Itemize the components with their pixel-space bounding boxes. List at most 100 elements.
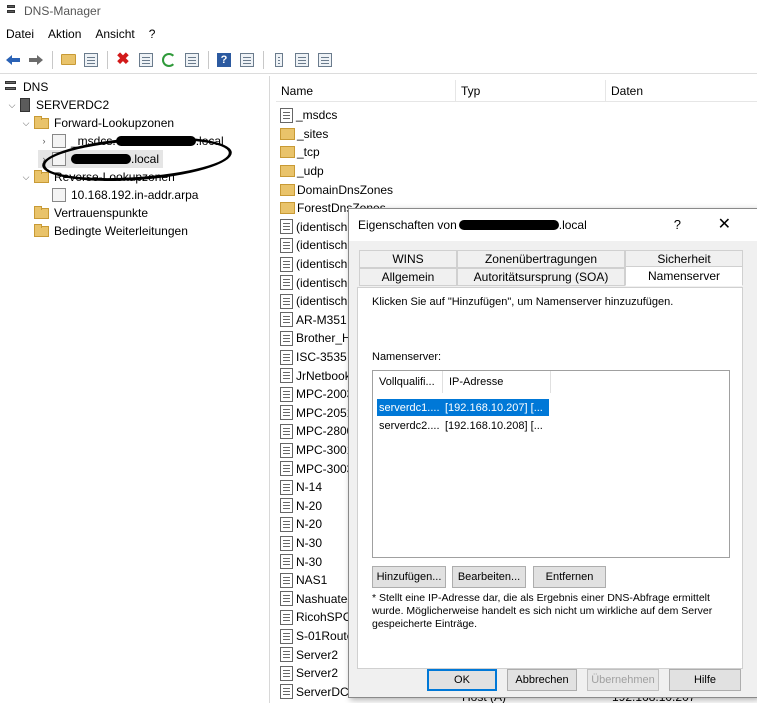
menu-help[interactable]: ? — [143, 27, 164, 41]
apply-button[interactable]: Übernehmen — [587, 669, 659, 691]
list-item[interactable]: S-01Route — [280, 627, 353, 646]
list-item[interactable]: _udp — [280, 162, 324, 181]
record-icon — [280, 647, 293, 663]
column-name[interactable]: Name — [276, 79, 456, 102]
dns-manager-icon — [4, 4, 18, 18]
list-item[interactable]: NAS1 — [280, 571, 327, 590]
list-item[interactable]: DomainDnsZones — [280, 180, 393, 199]
record-icon — [280, 405, 293, 421]
list-item[interactable]: MPC-2003 — [280, 385, 353, 404]
chevron-down-icon[interactable]: ⌵ — [6, 100, 18, 111]
chevron-right-icon[interactable]: › — [38, 136, 50, 146]
list-item[interactable]: _sites — [280, 125, 328, 144]
dialog-title-prefix: Eigenschaften von — [358, 218, 457, 232]
list-item[interactable]: _tcp — [280, 143, 320, 162]
chevron-down-icon[interactable]: ⌵ — [20, 118, 32, 129]
refresh-button[interactable] — [158, 49, 180, 71]
back-button[interactable] — [2, 49, 24, 71]
tree-item-reverse-zone[interactable]: 10.168.192.in-addr.arpa — [52, 186, 198, 204]
forward-button[interactable] — [25, 49, 47, 71]
list-item[interactable]: (identisch — [280, 273, 347, 292]
properties-button[interactable] — [135, 49, 157, 71]
list-item[interactable]: MPC-2800 — [280, 422, 353, 441]
tree-item-msdcs-zone[interactable]: › _msdcs. .local — [38, 132, 224, 150]
close-icon[interactable]: ✕ — [718, 214, 731, 234]
tree-item-reverse-zones[interactable]: ⌵ Reverse-Lookupzonen — [20, 168, 175, 186]
chevron-down-icon[interactable]: ⌵ — [20, 172, 32, 183]
tab-soa[interactable]: Autoritätsursprung (SOA) — [457, 268, 625, 286]
list-item[interactable]: ISC-3535 — [280, 348, 347, 367]
delete-button[interactable]: ✖ — [112, 49, 134, 71]
menu-action[interactable]: Aktion — [42, 27, 89, 41]
hint-text: Klicken Sie auf "Hinzufügen", um Namense… — [372, 296, 674, 308]
list-item[interactable]: Brother_H — [280, 329, 351, 348]
column-ip[interactable]: IP-Adresse — [443, 371, 551, 393]
tree-item-dns[interactable]: DNS — [4, 78, 48, 96]
tree-item-forward-zones[interactable]: ⌵ Forward-Lookupzonen — [20, 114, 174, 132]
list-item[interactable]: Server2 — [280, 645, 338, 664]
tree-item-domain-zone[interactable]: › .local — [38, 150, 164, 168]
record-icon — [280, 256, 293, 272]
folder-icon — [34, 115, 49, 129]
dialog-help-button[interactable]: Hilfe — [669, 669, 741, 691]
tab-zone-transfers[interactable]: Zonenübertragungen — [457, 250, 625, 268]
list-item[interactable]: N-30 — [280, 534, 322, 553]
list-item[interactable]: (identisch — [280, 255, 347, 274]
copy-button[interactable] — [314, 49, 336, 71]
list-item[interactable]: N-14 — [280, 478, 322, 497]
view-button[interactable] — [236, 49, 258, 71]
show-tree-button[interactable] — [80, 49, 102, 71]
tree-item-trust-points[interactable]: Vertrauenspunkte — [34, 204, 148, 222]
record-name: AR-M351 — [296, 312, 347, 327]
remove-button[interactable]: Entfernen — [533, 566, 606, 588]
console-tree: DNS ⌵ SERVERDC2 ⌵ Forward-Lookupzonen › … — [0, 76, 270, 703]
column-fqdn[interactable]: Vollqualifi... — [373, 371, 443, 393]
toolbar-separator — [208, 50, 209, 69]
export-button[interactable] — [181, 49, 203, 71]
edit-button[interactable]: Bearbeiten... — [452, 566, 526, 588]
tree-label: Vertrauenspunkte — [54, 206, 149, 220]
chevron-right-icon[interactable]: › — [38, 154, 50, 164]
record-name: MPC-2003 — [296, 387, 354, 402]
menu-file[interactable]: Datei — [0, 27, 42, 41]
tab-name-servers[interactable]: Namenserver — [625, 266, 743, 286]
help-button[interactable]: ? — [213, 49, 235, 71]
list-button[interactable] — [291, 49, 313, 71]
record-name: RicohSPC — [296, 610, 352, 625]
menu-view[interactable]: Ansicht — [89, 27, 142, 41]
record-icon — [280, 535, 293, 551]
tab-wins[interactable]: WINS — [359, 250, 457, 268]
arrow-left-icon — [6, 54, 20, 65]
list-item[interactable]: RicohSPC — [280, 608, 351, 627]
list-item[interactable]: ServerDC1 — [280, 683, 355, 702]
list-item[interactable]: MPC-3003 — [280, 459, 353, 478]
server-button[interactable] — [268, 49, 290, 71]
list-item[interactable]: Server2 — [280, 664, 338, 683]
list-item[interactable]: N-20 — [280, 497, 322, 516]
list-item[interactable]: (identisch — [280, 218, 347, 237]
name-servers-list[interactable]: Vollqualifi... IP-Adresse serverdc1.... … — [372, 370, 730, 558]
up-folder-button[interactable] — [57, 49, 79, 71]
column-data[interactable]: Daten — [606, 80, 757, 102]
tree-item-server[interactable]: ⌵ SERVERDC2 — [6, 96, 109, 114]
list-item[interactable]: Nashuatec — [280, 590, 353, 609]
list-item[interactable]: _msdcs — [280, 106, 337, 125]
list-item[interactable]: AR-M351 — [280, 311, 347, 330]
ok-button[interactable]: OK — [427, 669, 497, 691]
list-item[interactable]: (identisch — [280, 236, 347, 255]
list-item[interactable]: MPC-3001 — [280, 441, 353, 460]
record-name: Server2 — [296, 666, 339, 681]
column-type[interactable]: Typ — [456, 79, 606, 102]
list-item[interactable]: N-20 — [280, 515, 322, 534]
ns-row[interactable]: serverdc2.... [192.168.10.208] [... — [377, 417, 549, 434]
list-item[interactable]: N-30 — [280, 552, 322, 571]
tree-item-conditional-forwarders[interactable]: Bedingte Weiterleitungen — [34, 222, 188, 240]
list-item[interactable]: MPC-2051 — [280, 404, 353, 423]
list-item[interactable]: (identisch — [280, 292, 347, 311]
cancel-button[interactable]: Abbrechen — [507, 669, 577, 691]
tab-general[interactable]: Allgemein — [359, 268, 457, 286]
ns-row[interactable]: serverdc1.... [192.168.10.207] [... — [377, 399, 549, 416]
add-button[interactable]: Hinzufügen... — [372, 566, 446, 588]
list-item[interactable]: JrNetbook — [280, 366, 351, 385]
dialog-help-icon[interactable]: ? — [674, 217, 681, 232]
